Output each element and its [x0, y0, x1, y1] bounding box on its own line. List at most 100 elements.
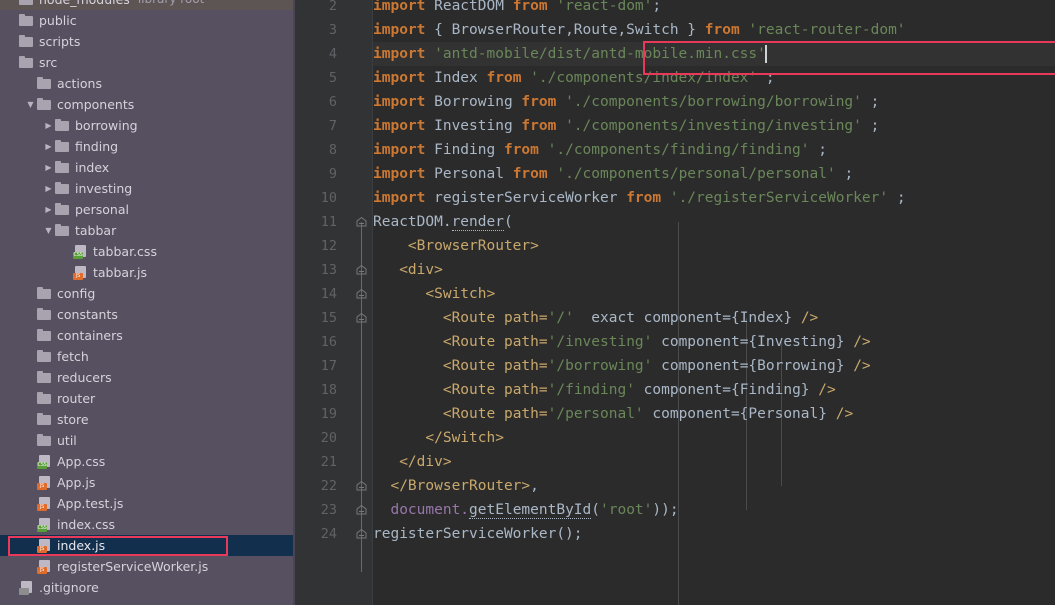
code-line-15[interactable]: 15 <Route path='/' exact component={Inde…	[295, 306, 1055, 330]
tree-item-util[interactable]: util	[0, 430, 295, 451]
chevron-down-icon[interactable]: ▼	[24, 94, 37, 115]
chevron-down-icon[interactable]: ▼	[42, 220, 55, 241]
token-def: Borrowing	[425, 94, 522, 110]
tree-item-store[interactable]: store	[0, 409, 295, 430]
folder-icon	[37, 392, 52, 405]
code-line-21[interactable]: 21 </div>	[295, 450, 1055, 474]
fold-marker-0[interactable]	[355, 216, 368, 229]
code-line-14[interactable]: 14 <Switch>	[295, 282, 1055, 306]
token-def: { BrowserRouter,Route,Switch }	[425, 22, 705, 38]
code-line-11[interactable]: 11 ReactDOM.render(	[295, 210, 1055, 234]
code-line-20[interactable]: 20 </Switch>	[295, 426, 1055, 450]
tree-item-label: constants	[57, 307, 118, 322]
chevron-right-icon[interactable]: ▶	[42, 136, 55, 157]
tree-item-router[interactable]: router	[0, 388, 295, 409]
code-line-12[interactable]: 12 <BrowserRouter>	[295, 234, 1055, 258]
token-tag: <div>	[399, 262, 443, 278]
code-line-2[interactable]: 2 import ReactDOM from 'react-dom';	[295, 0, 1055, 18]
fold-marker-6[interactable]	[355, 528, 368, 541]
tree-item-constants[interactable]: constants	[0, 304, 295, 325]
fold-marker-4[interactable]	[355, 480, 368, 493]
code-line-3[interactable]: 3 import { BrowserRouter,Route,Switch } f…	[295, 18, 1055, 42]
folder-icon	[37, 77, 52, 90]
token-def: Personal	[425, 166, 513, 182]
tree-item-src[interactable]: src	[0, 52, 295, 73]
tree-twisty-placeholder	[24, 472, 37, 493]
tree-item-index[interactable]: ▶ index	[0, 157, 295, 178]
code-line-16[interactable]: 16 <Route path='/investing' component={I…	[295, 330, 1055, 354]
tree-item-label: node_modules	[39, 0, 130, 10]
code-editor-panel[interactable]: 2 import ReactDOM from 'react-dom'; 3 impor…	[295, 0, 1055, 605]
tree-item-personal[interactable]: ▶ personal	[0, 199, 295, 220]
code-line-text: import 'antd-mobile/dist/antd-mobile.min…	[373, 42, 766, 66]
code-line-6[interactable]: 6 import Borrowing from './components/bor…	[295, 90, 1055, 114]
chevron-right-icon[interactable]: ▶	[42, 178, 55, 199]
code-line-19[interactable]: 19 <Route path='/personal' component={Pe…	[295, 402, 1055, 426]
token-def	[373, 238, 408, 254]
tree-item-scripts[interactable]: scripts	[0, 31, 295, 52]
tree-item-containers[interactable]: containers	[0, 325, 295, 346]
tree-item--gitignore[interactable]: .gitignore	[0, 577, 295, 598]
code-line-8[interactable]: 8 import Finding from './components/findi…	[295, 138, 1055, 162]
tree-item-index-css[interactable]: CSS index.css	[0, 514, 295, 535]
code-line-10[interactable]: 10 import registerServiceWorker from './r…	[295, 186, 1055, 210]
fold-marker-1[interactable]	[355, 264, 368, 277]
tree-item-node-modules[interactable]: node_modules library root	[0, 0, 295, 10]
tree-item-label: borrowing	[75, 118, 138, 133]
code-line-5[interactable]: 5 import Index from './components/index/i…	[295, 66, 1055, 90]
folder-icon	[55, 203, 70, 216]
tree-item-borrowing[interactable]: ▶ borrowing	[0, 115, 295, 136]
tree-item-reducers[interactable]: reducers	[0, 367, 295, 388]
tree-item-public[interactable]: public	[0, 10, 295, 31]
tree-item-finding[interactable]: ▶ finding	[0, 136, 295, 157]
chevron-right-icon[interactable]: ▶	[42, 199, 55, 220]
tree-item-components[interactable]: ▼ components	[0, 94, 295, 115]
code-line-17[interactable]: 17 <Route path='/borrowing' component={B…	[295, 354, 1055, 378]
chevron-right-icon[interactable]: ▶	[42, 115, 55, 136]
js-file-icon: JS	[73, 266, 88, 280]
tree-item-fetch[interactable]: fetch	[0, 346, 295, 367]
code-line-22[interactable]: 22 </BrowserRouter>,	[295, 474, 1055, 498]
project-tree-panel[interactable]: node_moduleslibrary root public scripts …	[0, 0, 295, 605]
code-line-24[interactable]: 24 registerServiceWorker();	[295, 522, 1055, 546]
folder-icon	[55, 224, 70, 237]
token-def	[495, 310, 504, 326]
tree-item-tabbar[interactable]: ▼ tabbar	[0, 220, 295, 241]
line-number: 18	[320, 382, 337, 398]
folder-icon	[55, 182, 70, 195]
fold-marker-2[interactable]	[355, 288, 368, 301]
code-line-23[interactable]: 23 document.getElementById('root'));	[295, 498, 1055, 522]
tree-item-label: index.css	[57, 517, 116, 532]
token-def: Index	[425, 70, 487, 86]
line-number: 5	[328, 70, 337, 86]
tree-item-app-test-js[interactable]: JS App.test.js	[0, 493, 295, 514]
fold-marker-3[interactable]	[355, 312, 368, 325]
tree-item-label: index.js	[57, 538, 106, 553]
code-line-9[interactable]: 9 import Personal from './components/pers…	[295, 162, 1055, 186]
token-kw: from	[512, 0, 548, 14]
code-line-13[interactable]: 13 <div>	[295, 258, 1055, 282]
tree-item-index-js[interactable]: JS index.js	[0, 535, 295, 556]
tree-item-tabbar-css[interactable]: CSS tabbar.css	[0, 241, 295, 262]
tree-item-app-css[interactable]: CSS App.css	[0, 451, 295, 472]
tree-item-investing[interactable]: ▶ investing	[0, 178, 295, 199]
tree-item-config[interactable]: config	[0, 283, 295, 304]
chevron-right-icon[interactable]: ▶	[42, 157, 55, 178]
token-punc: ;	[809, 142, 827, 158]
code-line-text: </BrowserRouter>,	[373, 474, 538, 498]
code-line-18[interactable]: 18 <Route path='/finding' component={Fin…	[295, 378, 1055, 402]
line-number: 17	[320, 358, 337, 374]
token-str: '/investing'	[547, 334, 653, 350]
token-punc: (	[503, 214, 513, 230]
fold-marker-5[interactable]	[355, 504, 368, 517]
tree-item-tabbar-js[interactable]: JS tabbar.js	[0, 262, 295, 283]
token-punc: ;	[861, 94, 880, 110]
token-def: ReactDOM	[425, 0, 513, 14]
js-file-icon: JS	[37, 560, 52, 574]
file-type-badge: JS	[39, 567, 45, 573]
file-type-badge: CSS	[37, 525, 47, 531]
tree-item-app-js[interactable]: JS App.js	[0, 472, 295, 493]
code-line-7[interactable]: 7 import Investing from './components/inv…	[295, 114, 1055, 138]
tree-item-actions[interactable]: actions	[0, 73, 295, 94]
tree-item-registerserviceworker-js[interactable]: JS registerServiceWorker.js	[0, 556, 295, 577]
